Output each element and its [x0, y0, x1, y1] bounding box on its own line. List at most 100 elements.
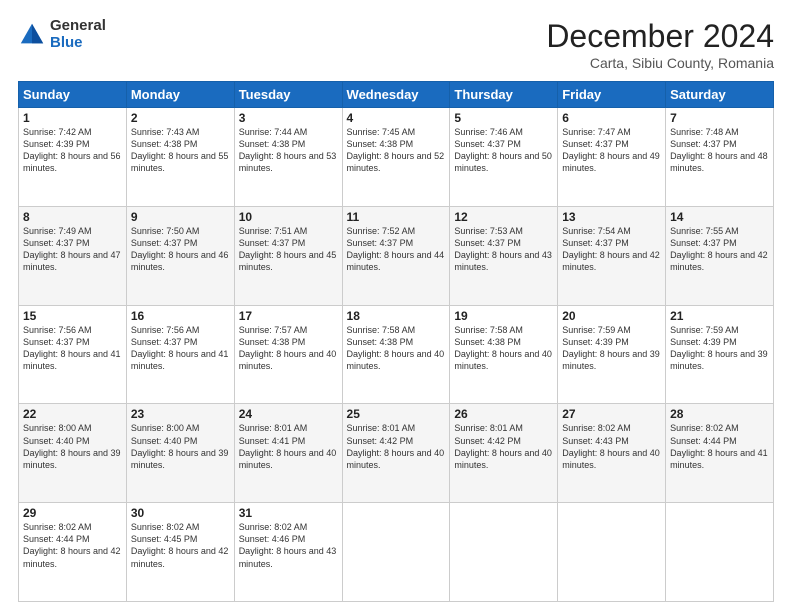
calendar-week-row: 29Sunrise: 8:02 AMSunset: 4:44 PMDayligh… [19, 503, 774, 602]
day-number: 11 [347, 210, 446, 224]
calendar-cell: 20Sunrise: 7:59 AMSunset: 4:39 PMDayligh… [558, 305, 666, 404]
cell-info: Sunrise: 7:47 AMSunset: 4:37 PMDaylight:… [562, 126, 661, 175]
cell-info: Sunrise: 7:58 AMSunset: 4:38 PMDaylight:… [454, 324, 553, 373]
calendar-week-row: 1Sunrise: 7:42 AMSunset: 4:39 PMDaylight… [19, 108, 774, 207]
subtitle: Carta, Sibiu County, Romania [546, 55, 774, 71]
calendar-cell: 10Sunrise: 7:51 AMSunset: 4:37 PMDayligh… [234, 206, 342, 305]
calendar-cell: 18Sunrise: 7:58 AMSunset: 4:38 PMDayligh… [342, 305, 450, 404]
calendar-week-row: 8Sunrise: 7:49 AMSunset: 4:37 PMDaylight… [19, 206, 774, 305]
calendar-cell: 2Sunrise: 7:43 AMSunset: 4:38 PMDaylight… [126, 108, 234, 207]
calendar-cell: 6Sunrise: 7:47 AMSunset: 4:37 PMDaylight… [558, 108, 666, 207]
day-number: 15 [23, 309, 122, 323]
calendar-cell: 28Sunrise: 8:02 AMSunset: 4:44 PMDayligh… [666, 404, 774, 503]
calendar-cell: 13Sunrise: 7:54 AMSunset: 4:37 PMDayligh… [558, 206, 666, 305]
logo-blue-text: Blue [50, 35, 106, 52]
cell-info: Sunrise: 7:54 AMSunset: 4:37 PMDaylight:… [562, 225, 661, 274]
day-number: 6 [562, 111, 661, 125]
day-number: 7 [670, 111, 769, 125]
cell-info: Sunrise: 8:02 AMSunset: 4:45 PMDaylight:… [131, 521, 230, 570]
day-header-sunday: Sunday [19, 82, 127, 108]
calendar-cell: 21Sunrise: 7:59 AMSunset: 4:39 PMDayligh… [666, 305, 774, 404]
calendar-cell: 19Sunrise: 7:58 AMSunset: 4:38 PMDayligh… [450, 305, 558, 404]
logo: General Blue [18, 18, 106, 51]
day-number: 30 [131, 506, 230, 520]
page: General Blue December 2024 Carta, Sibiu … [0, 0, 792, 612]
calendar-cell: 25Sunrise: 8:01 AMSunset: 4:42 PMDayligh… [342, 404, 450, 503]
day-number: 27 [562, 407, 661, 421]
logo-text: General Blue [50, 18, 106, 51]
cell-info: Sunrise: 7:42 AMSunset: 4:39 PMDaylight:… [23, 126, 122, 175]
day-number: 26 [454, 407, 553, 421]
header: General Blue December 2024 Carta, Sibiu … [18, 18, 774, 71]
calendar-table: SundayMondayTuesdayWednesdayThursdayFrid… [18, 81, 774, 602]
calendar-cell [450, 503, 558, 602]
cell-info: Sunrise: 7:57 AMSunset: 4:38 PMDaylight:… [239, 324, 338, 373]
month-title: December 2024 [546, 18, 774, 55]
cell-info: Sunrise: 8:00 AMSunset: 4:40 PMDaylight:… [131, 422, 230, 471]
calendar-cell: 14Sunrise: 7:55 AMSunset: 4:37 PMDayligh… [666, 206, 774, 305]
cell-info: Sunrise: 7:59 AMSunset: 4:39 PMDaylight:… [562, 324, 661, 373]
cell-info: Sunrise: 8:02 AMSunset: 4:44 PMDaylight:… [670, 422, 769, 471]
cell-info: Sunrise: 7:50 AMSunset: 4:37 PMDaylight:… [131, 225, 230, 274]
calendar-cell: 4Sunrise: 7:45 AMSunset: 4:38 PMDaylight… [342, 108, 450, 207]
day-number: 23 [131, 407, 230, 421]
logo-general-text: General [50, 18, 106, 35]
day-number: 22 [23, 407, 122, 421]
cell-info: Sunrise: 7:51 AMSunset: 4:37 PMDaylight:… [239, 225, 338, 274]
calendar-cell: 16Sunrise: 7:56 AMSunset: 4:37 PMDayligh… [126, 305, 234, 404]
calendar-cell: 15Sunrise: 7:56 AMSunset: 4:37 PMDayligh… [19, 305, 127, 404]
calendar-cell: 31Sunrise: 8:02 AMSunset: 4:46 PMDayligh… [234, 503, 342, 602]
day-number: 14 [670, 210, 769, 224]
day-number: 9 [131, 210, 230, 224]
day-number: 17 [239, 309, 338, 323]
cell-info: Sunrise: 7:48 AMSunset: 4:37 PMDaylight:… [670, 126, 769, 175]
title-area: December 2024 Carta, Sibiu County, Roman… [546, 18, 774, 71]
calendar-cell [342, 503, 450, 602]
day-number: 4 [347, 111, 446, 125]
calendar-cell: 7Sunrise: 7:48 AMSunset: 4:37 PMDaylight… [666, 108, 774, 207]
cell-info: Sunrise: 7:52 AMSunset: 4:37 PMDaylight:… [347, 225, 446, 274]
cell-info: Sunrise: 8:02 AMSunset: 4:43 PMDaylight:… [562, 422, 661, 471]
day-number: 24 [239, 407, 338, 421]
cell-info: Sunrise: 7:49 AMSunset: 4:37 PMDaylight:… [23, 225, 122, 274]
cell-info: Sunrise: 7:43 AMSunset: 4:38 PMDaylight:… [131, 126, 230, 175]
calendar-cell: 3Sunrise: 7:44 AMSunset: 4:38 PMDaylight… [234, 108, 342, 207]
day-number: 2 [131, 111, 230, 125]
cell-info: Sunrise: 7:56 AMSunset: 4:37 PMDaylight:… [23, 324, 122, 373]
day-number: 5 [454, 111, 553, 125]
calendar-cell: 29Sunrise: 8:02 AMSunset: 4:44 PMDayligh… [19, 503, 127, 602]
cell-info: Sunrise: 8:00 AMSunset: 4:40 PMDaylight:… [23, 422, 122, 471]
calendar-cell: 5Sunrise: 7:46 AMSunset: 4:37 PMDaylight… [450, 108, 558, 207]
calendar-cell: 8Sunrise: 7:49 AMSunset: 4:37 PMDaylight… [19, 206, 127, 305]
calendar-cell: 22Sunrise: 8:00 AMSunset: 4:40 PMDayligh… [19, 404, 127, 503]
day-header-friday: Friday [558, 82, 666, 108]
calendar-cell: 11Sunrise: 7:52 AMSunset: 4:37 PMDayligh… [342, 206, 450, 305]
day-header-wednesday: Wednesday [342, 82, 450, 108]
cell-info: Sunrise: 7:55 AMSunset: 4:37 PMDaylight:… [670, 225, 769, 274]
day-number: 19 [454, 309, 553, 323]
calendar-week-row: 15Sunrise: 7:56 AMSunset: 4:37 PMDayligh… [19, 305, 774, 404]
cell-info: Sunrise: 7:58 AMSunset: 4:38 PMDaylight:… [347, 324, 446, 373]
calendar-cell [666, 503, 774, 602]
cell-info: Sunrise: 8:02 AMSunset: 4:46 PMDaylight:… [239, 521, 338, 570]
cell-info: Sunrise: 7:56 AMSunset: 4:37 PMDaylight:… [131, 324, 230, 373]
calendar-cell: 23Sunrise: 8:00 AMSunset: 4:40 PMDayligh… [126, 404, 234, 503]
cell-info: Sunrise: 7:59 AMSunset: 4:39 PMDaylight:… [670, 324, 769, 373]
day-number: 29 [23, 506, 122, 520]
calendar-cell: 1Sunrise: 7:42 AMSunset: 4:39 PMDaylight… [19, 108, 127, 207]
day-header-tuesday: Tuesday [234, 82, 342, 108]
day-number: 1 [23, 111, 122, 125]
calendar-cell: 30Sunrise: 8:02 AMSunset: 4:45 PMDayligh… [126, 503, 234, 602]
cell-info: Sunrise: 8:02 AMSunset: 4:44 PMDaylight:… [23, 521, 122, 570]
day-number: 8 [23, 210, 122, 224]
calendar-cell: 24Sunrise: 8:01 AMSunset: 4:41 PMDayligh… [234, 404, 342, 503]
day-number: 20 [562, 309, 661, 323]
cell-info: Sunrise: 7:53 AMSunset: 4:37 PMDaylight:… [454, 225, 553, 274]
calendar-cell [558, 503, 666, 602]
calendar-cell: 12Sunrise: 7:53 AMSunset: 4:37 PMDayligh… [450, 206, 558, 305]
calendar-cell: 9Sunrise: 7:50 AMSunset: 4:37 PMDaylight… [126, 206, 234, 305]
day-number: 3 [239, 111, 338, 125]
day-number: 28 [670, 407, 769, 421]
logo-icon [18, 21, 46, 49]
calendar-cell: 26Sunrise: 8:01 AMSunset: 4:42 PMDayligh… [450, 404, 558, 503]
